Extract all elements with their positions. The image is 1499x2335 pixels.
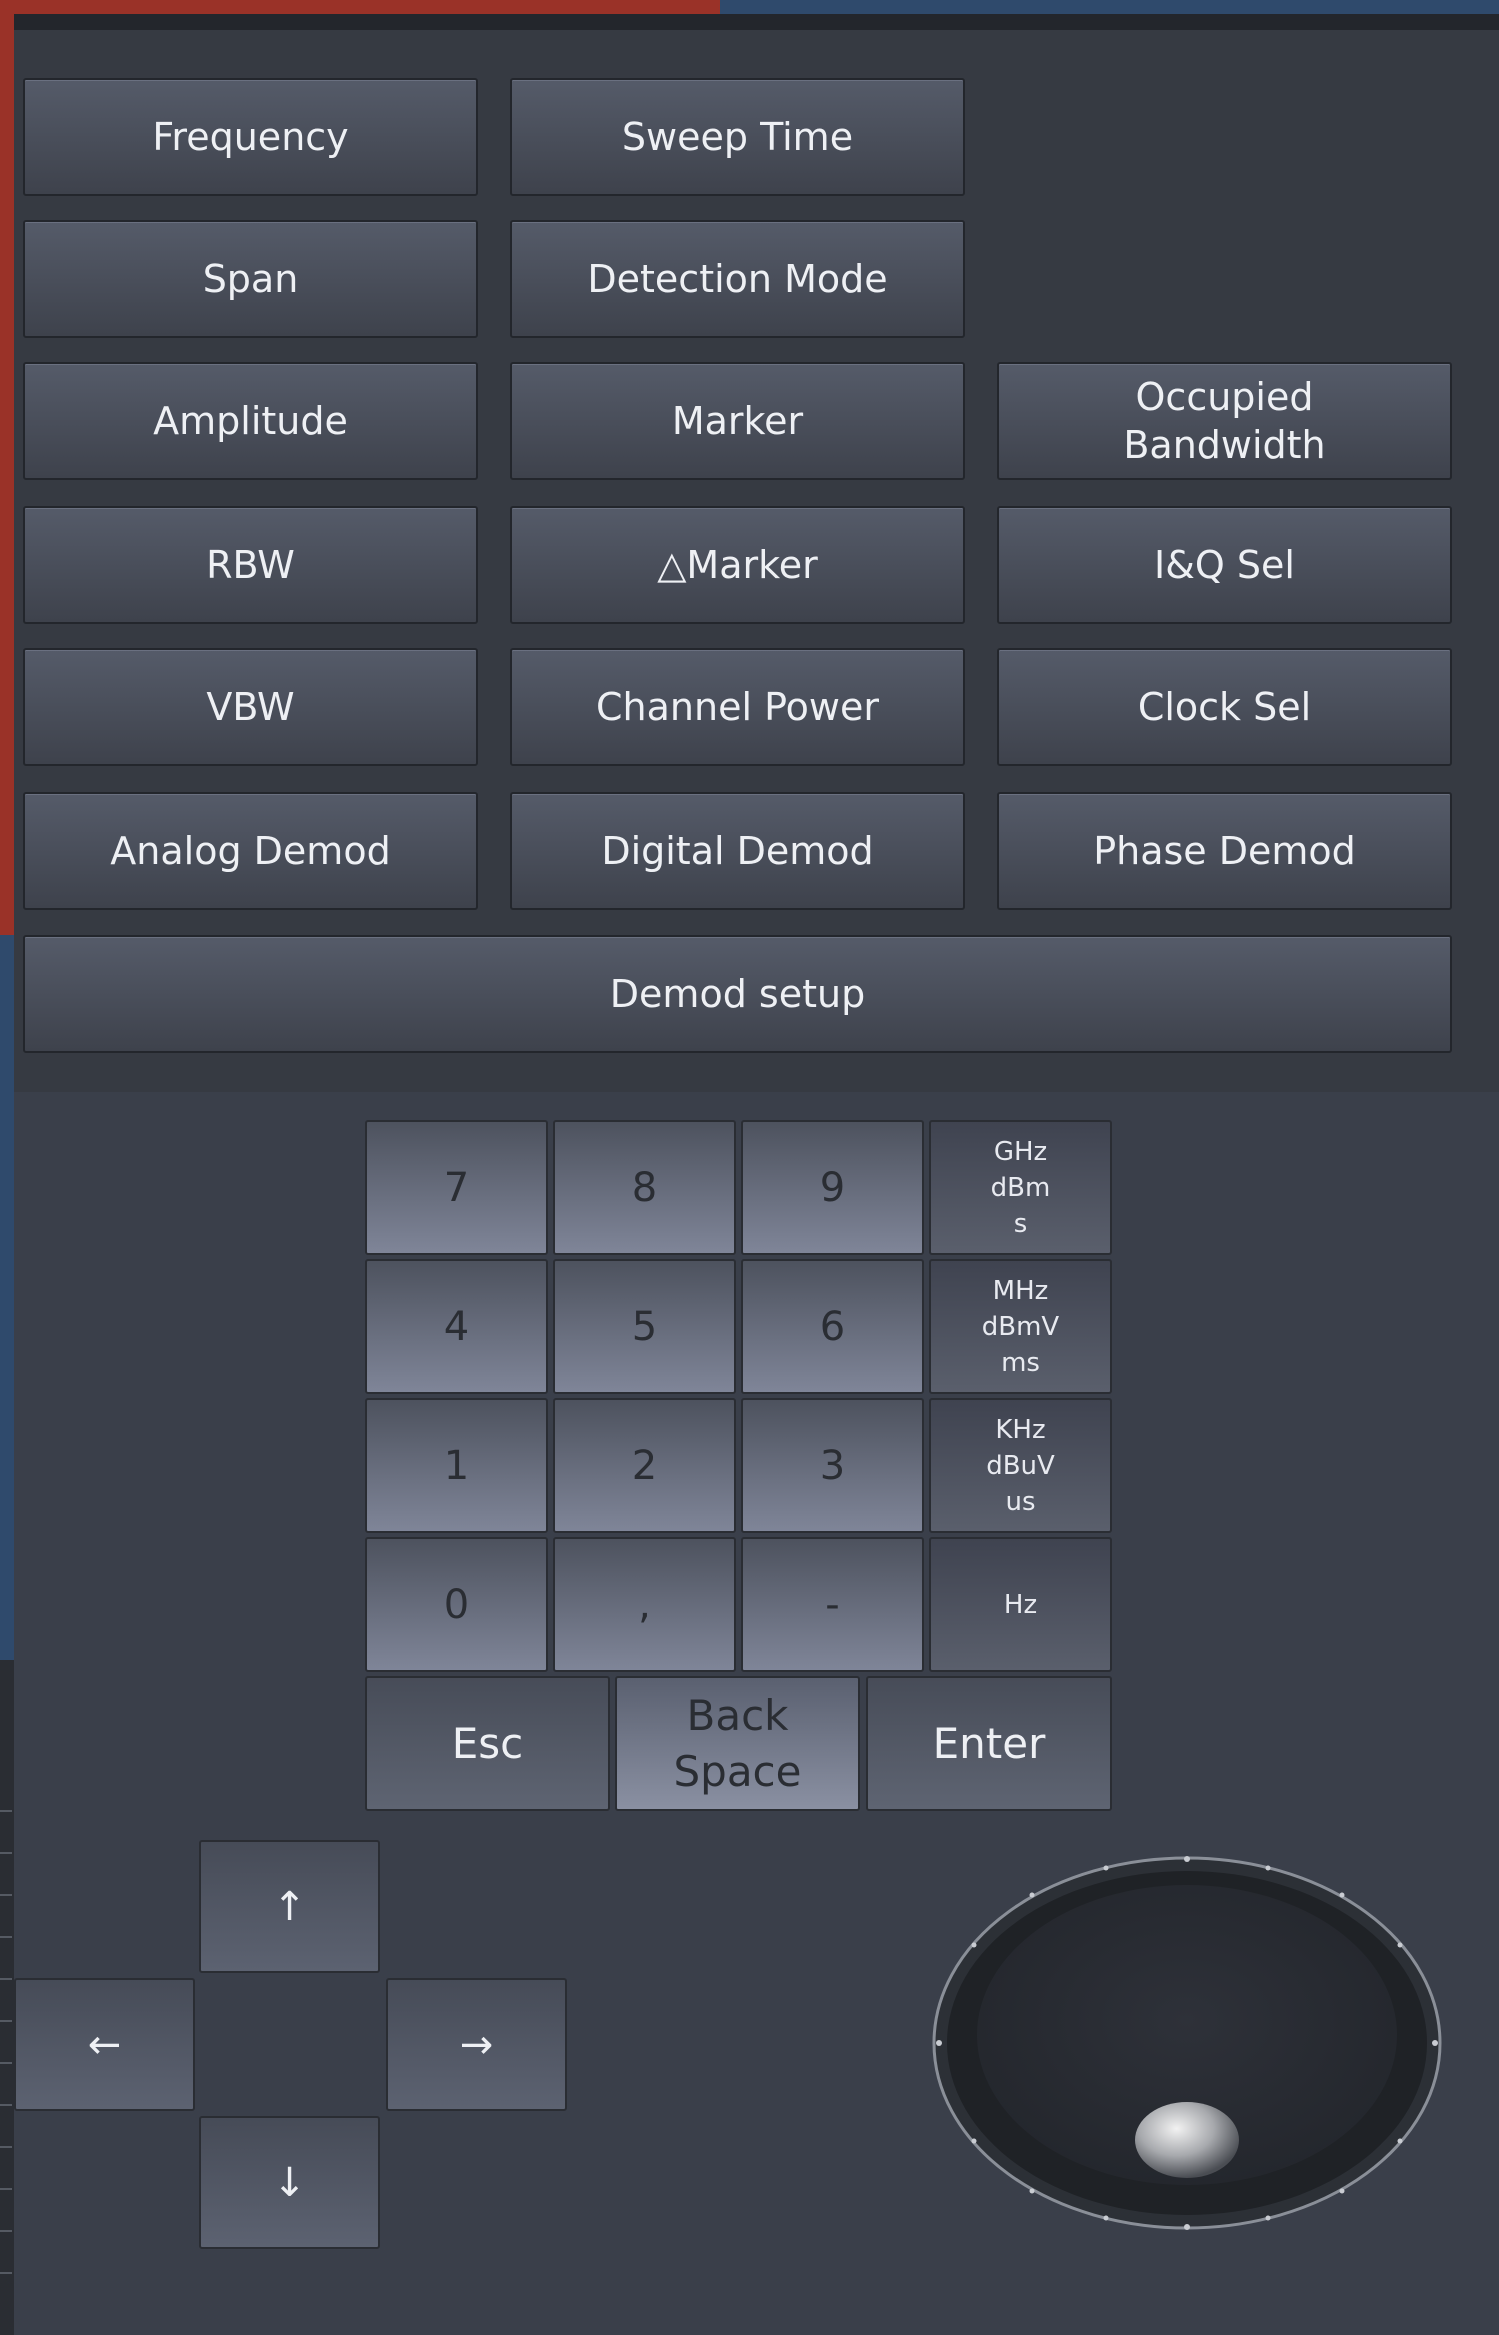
- detection-mode-button[interactable]: Detection Mode: [510, 220, 965, 338]
- arrow-left-button[interactable]: ←: [14, 1978, 195, 2111]
- clock-sel-button[interactable]: Clock Sel: [997, 648, 1452, 766]
- delta-marker-button[interactable]: △Marker: [510, 506, 965, 624]
- top-strip-red: [0, 0, 720, 14]
- key-5[interactable]: 5: [553, 1259, 736, 1394]
- arrow-up-button[interactable]: ↑: [199, 1840, 380, 1973]
- phase-demod-button[interactable]: Phase Demod: [997, 792, 1452, 910]
- key-6[interactable]: 6: [741, 1259, 924, 1394]
- rotary-knob-icon[interactable]: [930, 1850, 1450, 2230]
- digital-demod-button[interactable]: Digital Demod: [510, 792, 965, 910]
- rbw-button[interactable]: RBW: [23, 506, 478, 624]
- window-top-bar: [0, 0, 1499, 30]
- key-7[interactable]: 7: [365, 1120, 548, 1255]
- key-comma[interactable]: ,: [553, 1537, 736, 1672]
- key-3[interactable]: 3: [741, 1398, 924, 1533]
- left-edge-scale: [0, 1770, 12, 2310]
- sweep-time-button[interactable]: Sweep Time: [510, 78, 965, 196]
- key-0[interactable]: 0: [365, 1537, 548, 1672]
- analog-demod-button[interactable]: Analog Demod: [23, 792, 478, 910]
- unit-mhz-key[interactable]: MHz dBmV ms: [929, 1259, 1112, 1394]
- left-edge-blue: [0, 935, 14, 1660]
- vbw-button[interactable]: VBW: [23, 648, 478, 766]
- top-strip-blue: [720, 0, 1499, 14]
- unit-hz-key[interactable]: Hz: [929, 1537, 1112, 1672]
- iq-sel-button[interactable]: I&Q Sel: [997, 506, 1452, 624]
- left-edge-red: [0, 0, 14, 935]
- backspace-button[interactable]: Back Space: [615, 1676, 860, 1811]
- span-button[interactable]: Span: [23, 220, 478, 338]
- arrow-right-button[interactable]: →: [386, 1978, 567, 2111]
- key-2[interactable]: 2: [553, 1398, 736, 1533]
- demod-setup-button[interactable]: Demod setup: [23, 935, 1452, 1053]
- key-1[interactable]: 1: [365, 1398, 548, 1533]
- key-8[interactable]: 8: [553, 1120, 736, 1255]
- marker-button[interactable]: Marker: [510, 362, 965, 480]
- esc-button[interactable]: Esc: [365, 1676, 610, 1811]
- key-minus[interactable]: -: [741, 1537, 924, 1672]
- key-9[interactable]: 9: [741, 1120, 924, 1255]
- occupied-bandwidth-button[interactable]: Occupied Bandwidth: [997, 362, 1452, 480]
- amplitude-button[interactable]: Amplitude: [23, 362, 478, 480]
- unit-khz-key[interactable]: KHz dBuV us: [929, 1398, 1112, 1533]
- key-4[interactable]: 4: [365, 1259, 548, 1394]
- channel-power-button[interactable]: Channel Power: [510, 648, 965, 766]
- frequency-button[interactable]: Frequency: [23, 78, 478, 196]
- arrow-down-button[interactable]: ↓: [199, 2116, 380, 2249]
- enter-button[interactable]: Enter: [866, 1676, 1112, 1811]
- unit-ghz-key[interactable]: GHz dBm s: [929, 1120, 1112, 1255]
